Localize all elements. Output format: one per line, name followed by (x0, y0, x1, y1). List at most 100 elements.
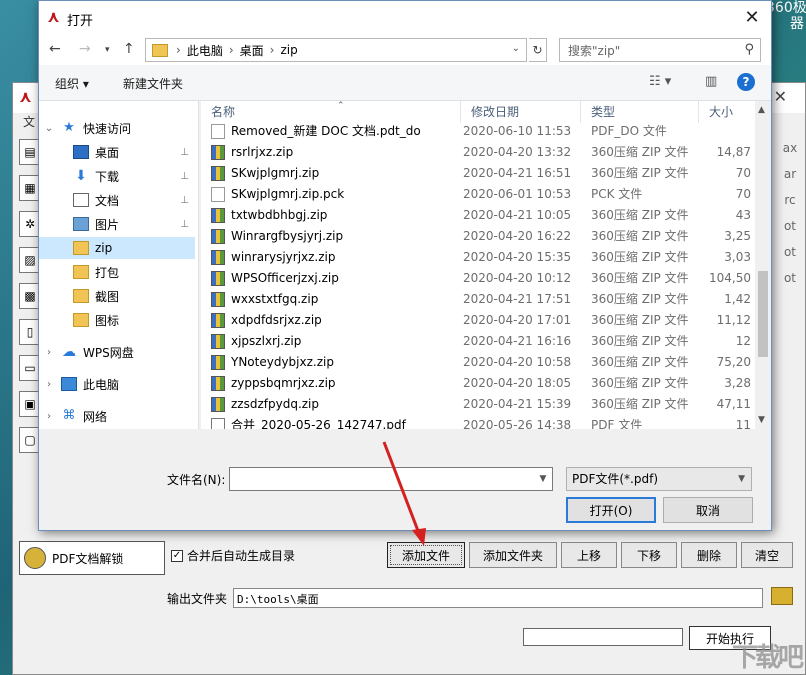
nav-item[interactable]: 桌面⊥ (39, 141, 195, 163)
edge-label: ar (775, 167, 805, 181)
new-folder-button[interactable]: 新建文件夹 (123, 75, 183, 92)
net-icon: ⌘ (61, 409, 77, 423)
nav-item[interactable]: 打包 (39, 261, 195, 283)
help-icon[interactable]: ? (737, 73, 755, 91)
column-label: 名称 (211, 105, 235, 119)
close-icon[interactable]: ✕ (739, 5, 765, 29)
output-folder-field[interactable]: D:\tools\桌面 (233, 588, 763, 608)
file-type-select[interactable]: PDF文件(*.pdf) ▼ (566, 467, 752, 491)
edge-label: ot (775, 245, 805, 259)
app-close-icon[interactable]: ✕ (774, 87, 787, 106)
pin-icon[interactable]: ⊥ (180, 195, 189, 206)
expand-chevron-icon[interactable]: › (43, 379, 55, 390)
column-name-header[interactable]: ⌃名称 (201, 101, 461, 123)
folder-icon (73, 265, 89, 279)
nav-item[interactable]: ›此电脑 (39, 373, 195, 395)
nav-item[interactable]: 截图 (39, 285, 195, 307)
open-file-dialog: ⋏ 打开 ✕ ← → ▾ ↑ › 此电脑 › 桌面 › zip ⌄ ↻ 搜索"z… (38, 0, 772, 531)
file-row[interactable]: zyppsbqmrjxz.zip2020-04-20 18:05360压缩 ZI… (201, 373, 755, 394)
clear-button[interactable]: 清空 (741, 542, 793, 568)
refresh-icon[interactable]: ↻ (529, 38, 547, 62)
output-folder-label: 输出文件夹 (167, 590, 227, 607)
open-button[interactable]: 打开(O) (566, 497, 656, 523)
column-size-header[interactable]: 大小 (699, 101, 755, 123)
pdf-decrypt-button[interactable]: PDF文档解锁 (19, 541, 165, 575)
vertical-scrollbar[interactable]: ▲ ▼ (755, 101, 771, 429)
recent-locations-chevron-icon[interactable]: ▾ (105, 45, 110, 55)
file-row[interactable]: WPSOfficerjzxj.zip2020-04-20 10:12360压缩 … (201, 268, 755, 289)
file-row[interactable]: YNoteydybjxz.zip2020-04-20 10:58360压缩 ZI… (201, 352, 755, 373)
file-size: 75,20 (699, 352, 755, 373)
nav-item[interactable]: zip (39, 237, 195, 259)
edge-label: rc (775, 193, 805, 207)
file-type: 360压缩 ZIP 文件 (581, 373, 699, 394)
pin-icon[interactable]: ⊥ (180, 219, 189, 230)
file-row[interactable]: txtwbdbhbgj.zip2020-04-21 10:05360压缩 ZIP… (201, 205, 755, 226)
expand-chevron-icon[interactable]: › (43, 347, 55, 358)
breadcrumb-item[interactable]: 此电脑 (187, 42, 223, 59)
cancel-button[interactable]: 取消 (663, 497, 753, 523)
column-type-header[interactable]: 类型 (581, 101, 699, 123)
file-size: 3,25 (699, 226, 755, 247)
file-row[interactable]: rsrlrjxz.zip2020-04-20 13:32360压缩 ZIP 文件… (201, 142, 755, 163)
move-up-button[interactable]: 上移 (561, 542, 617, 568)
expand-chevron-icon[interactable]: › (43, 411, 55, 422)
pin-icon[interactable]: ⊥ (180, 171, 189, 182)
up-arrow-icon[interactable]: ↑ (123, 41, 135, 57)
file-name: YNoteydybjxz.zip (231, 352, 334, 373)
file-type: PDF_DO 文件 (581, 121, 699, 142)
pc-icon (61, 377, 77, 391)
delete-button[interactable]: 删除 (681, 542, 737, 568)
nav-item[interactable]: 文档⊥ (39, 189, 195, 211)
file-row[interactable]: Winrargfbysjyrj.zip2020-04-20 16:22360压缩… (201, 226, 755, 247)
add-folder-button[interactable]: 添加文件夹 (469, 542, 557, 568)
file-row[interactable]: 合并_2020-05-26_142747.pdf2020-05-26 14:38… (201, 415, 755, 429)
forward-arrow-icon[interactable]: → (79, 41, 91, 57)
view-options-icon[interactable]: ☷ ▾ (649, 74, 671, 89)
file-row[interactable]: xdpdfdsrjxz.zip2020-04-20 17:01360压缩 ZIP… (201, 310, 755, 331)
breadcrumb-item[interactable]: 桌面 (240, 42, 264, 59)
file-row[interactable]: Removed_新建 DOC 文档.pdt_do2020-06-10 11:53… (201, 121, 755, 142)
move-down-button[interactable]: 下移 (621, 542, 677, 568)
nav-item[interactable]: ⬇下载⊥ (39, 165, 195, 187)
nav-item[interactable]: ›☁WPS网盘 (39, 341, 195, 363)
add-file-button[interactable]: 添加文件 (387, 542, 465, 568)
file-row[interactable]: wxxstxtfgq.zip2020-04-21 17:51360压缩 ZIP … (201, 289, 755, 310)
filename-dropdown-icon[interactable]: ▼ (539, 474, 546, 484)
preview-pane-icon[interactable]: ▥ (705, 74, 717, 89)
nav-item[interactable]: 图片 ⊥ (39, 213, 195, 235)
breadcrumb-item[interactable]: zip (280, 43, 297, 57)
address-dropdown-icon[interactable]: ⌄ (512, 43, 520, 54)
search-input[interactable]: 搜索"zip" ⚲ (559, 38, 761, 62)
merge-toc-option[interactable]: ✓ 合并后自动生成目录 (171, 547, 295, 564)
file-date: 2020-06-10 11:53 (461, 121, 581, 142)
back-arrow-icon[interactable]: ← (49, 41, 61, 57)
column-date-header[interactable]: 修改日期 (461, 101, 581, 123)
file-name-cell: YNoteydybjxz.zip (201, 352, 461, 373)
zip-archive-icon (211, 166, 225, 181)
nav-item-label: 图片 (95, 216, 119, 233)
file-row[interactable]: SKwjplgmrj.zip2020-04-21 16:51360压缩 ZIP … (201, 163, 755, 184)
expand-chevron-icon[interactable]: ⌄ (43, 123, 55, 134)
file-date: 2020-04-20 15:35 (461, 247, 581, 268)
file-row[interactable]: SKwjplgmrj.zip.pck2020-06-01 10:53PCK 文件… (201, 184, 755, 205)
nav-item-label: zip (95, 241, 112, 255)
scrollbar-thumb[interactable] (758, 271, 768, 357)
scroll-up-icon[interactable]: ▲ (758, 105, 765, 115)
file-type-dropdown-icon[interactable]: ▼ (738, 468, 745, 490)
browse-folder-icon[interactable] (771, 587, 793, 605)
merge-toc-checkbox[interactable]: ✓ (171, 550, 183, 562)
file-row[interactable]: winrarysjyrjxz.zip2020-04-20 15:35360压缩 … (201, 247, 755, 268)
file-row[interactable]: zzsdzfpydq.zip2020-04-21 15:39360压缩 ZIP … (201, 394, 755, 415)
nav-item[interactable]: ›⌘网络 (39, 405, 195, 427)
scroll-down-icon[interactable]: ▼ (758, 415, 765, 425)
nav-item[interactable]: ⌄★快速访问 (39, 117, 195, 139)
app-menu-item[interactable]: 文 (23, 113, 35, 130)
address-bar[interactable]: › 此电脑 › 桌面 › zip ⌄ (145, 38, 527, 62)
organize-menu[interactable]: 组织 ▾ (55, 75, 89, 92)
nav-item[interactable]: 图标 (39, 309, 195, 331)
file-row[interactable]: xjpszlxrj.zip2020-04-21 16:16360压缩 ZIP 文… (201, 331, 755, 352)
pin-icon[interactable]: ⊥ (180, 147, 189, 158)
filename-input[interactable]: ▼ (229, 467, 553, 491)
zip-archive-icon (211, 355, 225, 370)
